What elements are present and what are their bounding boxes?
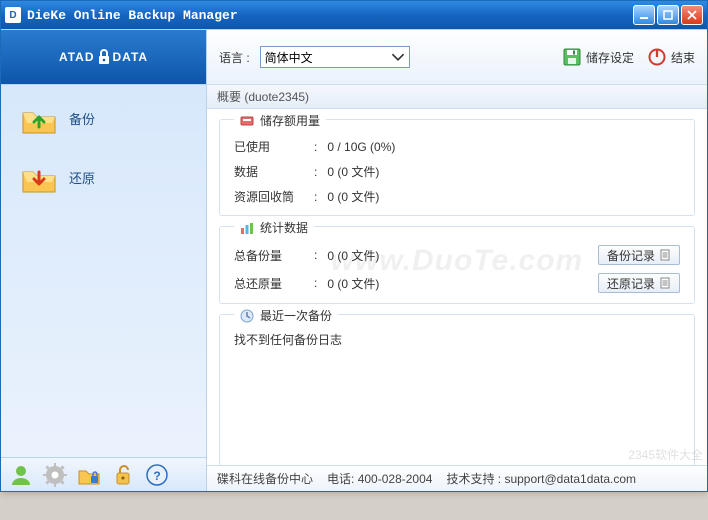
quota-title: 储存额用量 <box>260 112 320 129</box>
group-title: 储存额用量 <box>234 112 326 129</box>
document-icon <box>659 249 671 261</box>
backup-log-button[interactable]: 备份记录 <box>598 245 680 265</box>
sidebar: ATAD DATA 备份 还 <box>1 30 206 491</box>
quota-used-row: 已使用: 0 / 10G (0%) <box>234 138 680 155</box>
toolbar: 语言 : 简体中文 储存设定 <box>207 30 707 85</box>
footer: 碟科在线备份中心 电话: 400-028-2004 技术支持 : support… <box>207 465 707 491</box>
row-key: 总备份量 <box>234 247 304 264</box>
window-controls <box>633 5 703 25</box>
folder-down-icon <box>19 158 59 198</box>
footer-center: 碟科在线备份中心 <box>217 470 313 487</box>
window: D DieKe Online Backup Manager ATAD <box>0 0 708 492</box>
logo: ATAD DATA <box>1 30 206 85</box>
content: www.DuoTe.com 储存额用量 已使用: 0 / 10G (0%) 数据… <box>207 109 707 465</box>
window-title: DieKe Online Backup Manager <box>27 8 633 23</box>
stats-title: 统计数据 <box>260 219 308 236</box>
body: ATAD DATA 备份 还 <box>1 29 707 491</box>
svg-text:?: ? <box>153 469 160 483</box>
logo-left: ATAD <box>59 50 95 64</box>
button-label: 备份记录 <box>607 247 655 264</box>
end-label: 结束 <box>671 49 695 66</box>
recent-empty: 找不到任何备份日志 <box>234 331 680 348</box>
footer-phone: 电话: 400-028-2004 <box>327 470 432 487</box>
quota-trash-row: 资源回收筒: 0 (0 文件) <box>234 188 680 205</box>
unlock-icon[interactable] <box>111 463 135 487</box>
logo-text: ATAD DATA <box>59 48 148 66</box>
row-value: 0 (0 文件) <box>327 188 379 205</box>
stats-restore-row: 总还原量: 0 (0 文件) 还原记录 <box>234 273 680 293</box>
end-button[interactable]: 结束 <box>648 48 695 66</box>
button-label: 还原记录 <box>607 275 655 292</box>
floppy-icon <box>563 48 581 66</box>
language-select[interactable]: 简体中文 <box>260 46 410 68</box>
chevron-down-icon <box>391 50 405 64</box>
stats-backup-row: 总备份量: 0 (0 文件) 备份记录 <box>234 245 680 265</box>
language-label: 语言 : <box>219 49 250 66</box>
restore-log-button[interactable]: 还原记录 <box>598 273 680 293</box>
group-title: 统计数据 <box>234 219 314 236</box>
quota-data-row: 数据: 0 (0 文件) <box>234 163 680 180</box>
minimize-button[interactable] <box>633 5 655 25</box>
gear-icon[interactable] <box>43 463 67 487</box>
sidebar-item-backup[interactable]: 备份 <box>7 91 200 146</box>
disk-icon <box>240 114 254 128</box>
row-key: 总还原量 <box>234 275 304 292</box>
save-label: 储存设定 <box>586 49 634 66</box>
bottom-toolbar: ? <box>1 457 206 491</box>
power-icon <box>648 48 666 66</box>
recent-title: 最近一次备份 <box>260 307 332 324</box>
lock-icon <box>97 48 111 66</box>
row-key: 数据 <box>234 163 304 180</box>
row-value: 0 (0 文件) <box>327 163 379 180</box>
group-recent: 最近一次备份 找不到任何备份日志 <box>219 314 695 465</box>
overview-header: 概要 (duote2345) <box>207 85 707 109</box>
user-icon[interactable] <box>9 463 33 487</box>
bar-chart-icon <box>240 221 254 235</box>
sidebar-item-restore[interactable]: 还原 <box>7 150 200 205</box>
footer-support: 技术支持 : support@data1data.com <box>446 470 636 487</box>
row-key: 资源回收筒 <box>234 188 304 205</box>
row-key: 已使用 <box>234 138 304 155</box>
help-icon[interactable]: ? <box>145 463 169 487</box>
maximize-button[interactable] <box>657 5 679 25</box>
document-icon <box>659 277 671 289</box>
folder-up-icon <box>19 99 59 139</box>
row-value: 0 (0 文件) <box>327 275 379 292</box>
clock-icon <box>240 309 254 323</box>
save-settings-button[interactable]: 储存设定 <box>563 48 634 66</box>
group-stats: 统计数据 总备份量: 0 (0 文件) 备份记录 总还原量: <box>219 226 695 304</box>
overview-title: 概要 (duote2345) <box>217 88 309 105</box>
app-icon: D <box>5 7 21 23</box>
main: 语言 : 简体中文 储存设定 <box>206 30 707 491</box>
row-value: 0 / 10G (0%) <box>327 140 395 154</box>
titlebar: D DieKe Online Backup Manager <box>1 1 707 29</box>
sidebar-item-label: 还原 <box>69 168 95 187</box>
group-quota: 储存额用量 已使用: 0 / 10G (0%) 数据: 0 (0 文件) 资源回… <box>219 119 695 216</box>
folder-lock-icon[interactable] <box>77 463 101 487</box>
toolbar-right: 储存设定 结束 <box>563 48 695 66</box>
logo-right: DATA <box>113 50 149 64</box>
language-value: 简体中文 <box>265 49 313 66</box>
group-title: 最近一次备份 <box>234 307 338 324</box>
row-value: 0 (0 文件) <box>327 247 379 264</box>
nav: 备份 还原 <box>1 85 206 457</box>
sidebar-item-label: 备份 <box>69 109 95 128</box>
close-button[interactable] <box>681 5 703 25</box>
